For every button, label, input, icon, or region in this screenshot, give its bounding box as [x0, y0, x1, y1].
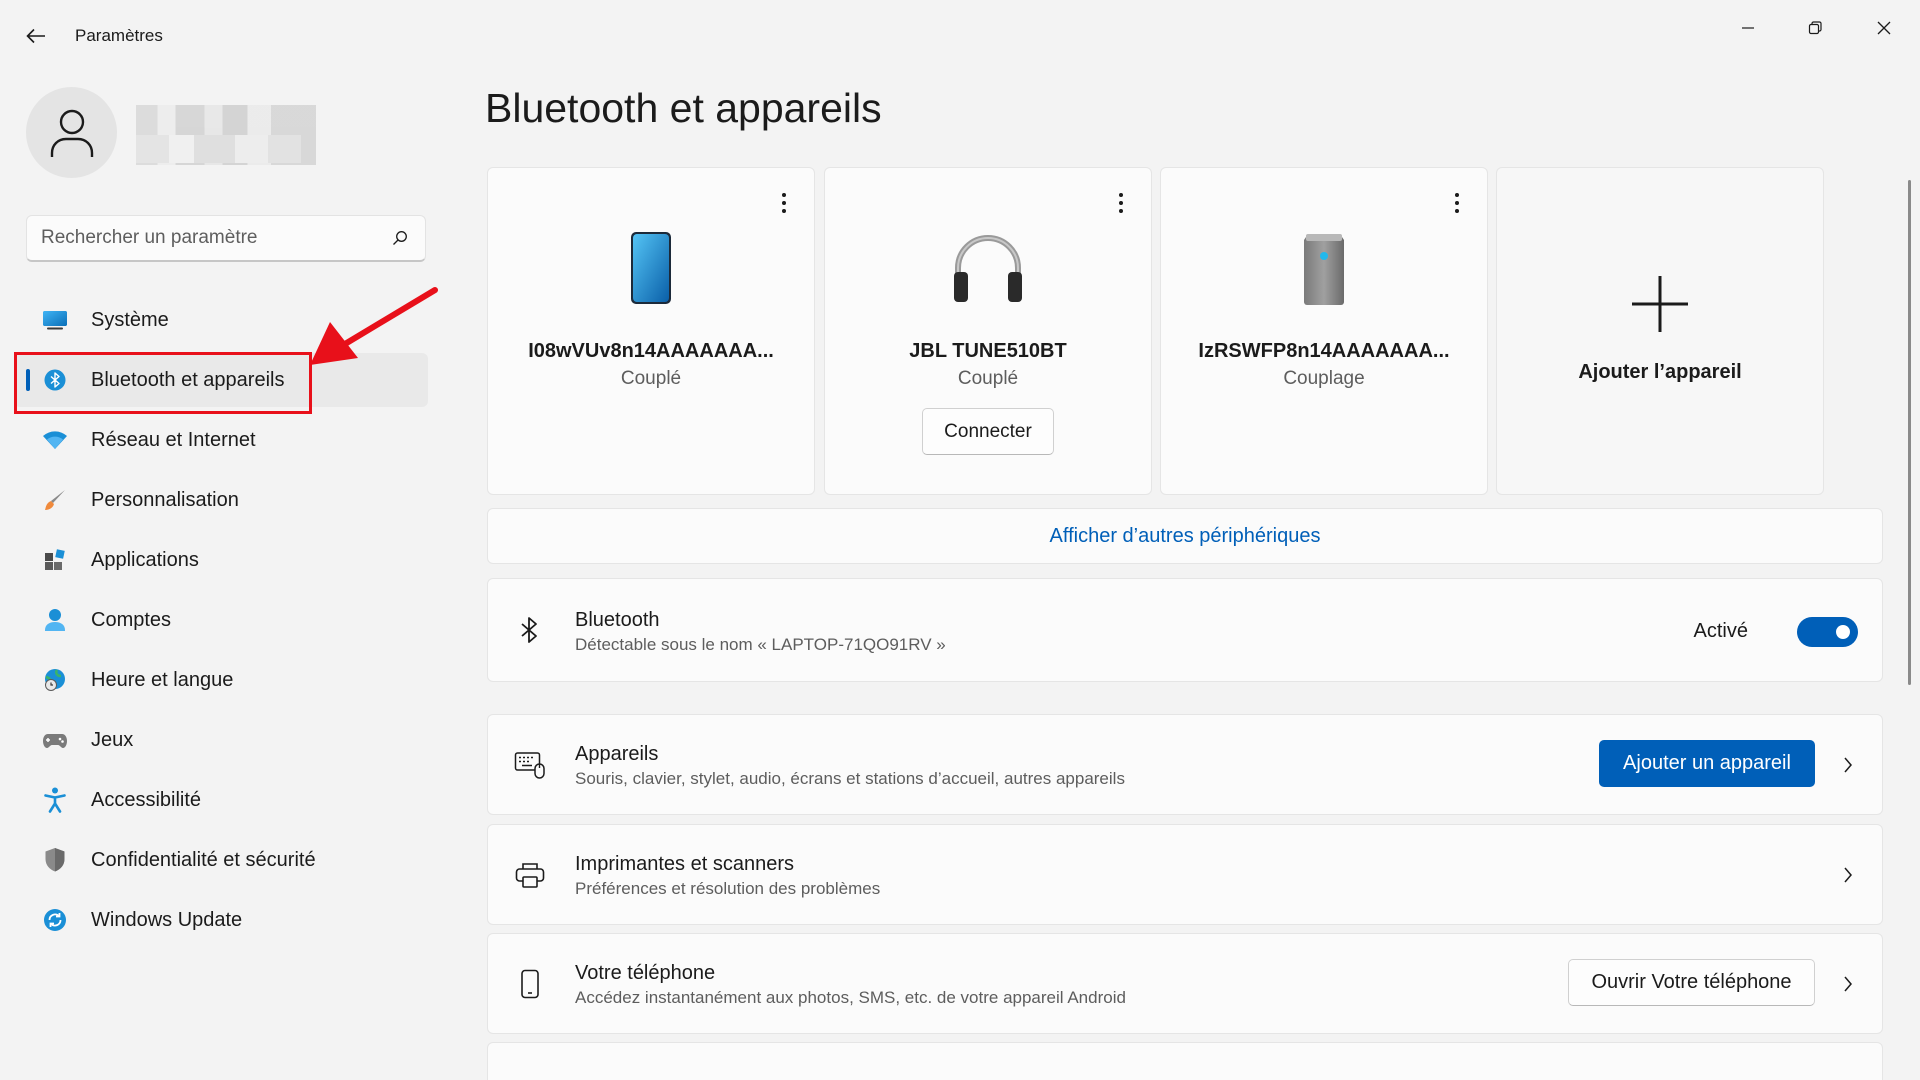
blurred-username: [136, 105, 316, 165]
device-status: Couplé: [620, 368, 682, 389]
minimize-icon: [1742, 27, 1754, 29]
account-icon: [41, 606, 69, 634]
add-device-label: Ajouter l’appareil: [1578, 361, 1742, 383]
plus-icon: [1497, 274, 1823, 334]
gamepad-icon: [41, 726, 69, 754]
headphones-icon: [825, 230, 1151, 312]
sidebar-item-confidentialite[interactable]: Confidentialité et sécurité: [14, 833, 428, 887]
more-options-icon[interactable]: [774, 188, 794, 218]
printers-setting-row[interactable]: Imprimantes et scanners Préférences et r…: [487, 824, 1883, 925]
devices-setting-row[interactable]: Appareils Souris, clavier, stylet, audio…: [487, 714, 1883, 815]
device-card-headphones[interactable]: JBL TUNE510BT Couplé Connecter: [824, 167, 1152, 495]
printer-icon: [514, 859, 546, 891]
sidebar-item-applications[interactable]: Applications: [14, 533, 428, 587]
sidebar-item-label: Réseau et Internet: [91, 428, 256, 451]
avatar: [26, 87, 117, 178]
add-device-card[interactable]: Ajouter l’appareil: [1496, 167, 1824, 495]
sidebar-item-windows-update[interactable]: Windows Update: [14, 893, 428, 947]
next-setting-row[interactable]: [487, 1042, 1883, 1080]
device-name: IzRSWFP8n14AAAAAAA...: [1198, 340, 1450, 362]
row-subtitle: Préférences et résolution des problèmes: [575, 879, 881, 898]
bluetooth-icon: [41, 366, 69, 394]
close-button[interactable]: [1854, 8, 1914, 48]
sidebar-item-label: Système: [91, 308, 169, 331]
sidebar-item-heure-langue[interactable]: Heure et langue: [14, 653, 428, 707]
more-options-icon[interactable]: [1111, 188, 1131, 218]
brush-icon: [41, 486, 69, 514]
shield-icon: [41, 846, 69, 874]
app-title: Paramètres: [75, 26, 163, 45]
device-card-speaker[interactable]: IzRSWFP8n14AAAAAAA... Couplage: [1160, 167, 1488, 495]
restore-icon: [1808, 21, 1822, 35]
search-icon[interactable]: [389, 227, 411, 249]
chevron-right-icon[interactable]: [1840, 755, 1856, 775]
connect-button[interactable]: Connecter: [922, 408, 1054, 455]
device-name: I08wVUv8n14AAAAAAA...: [528, 340, 774, 362]
page-title: Bluetooth et appareils: [485, 85, 882, 131]
device-status: Couplage: [1283, 368, 1365, 389]
speaker-icon: [1161, 230, 1487, 312]
sidebar-nav: Système Bluetooth et appareils Réseau et…: [14, 293, 428, 953]
user-profile[interactable]: [26, 87, 326, 179]
globe-clock-icon: [41, 666, 69, 694]
scrollbar[interactable]: [1908, 180, 1911, 685]
more-options-icon[interactable]: [1447, 188, 1467, 218]
sidebar-item-label: Applications: [91, 548, 199, 571]
person-icon: [50, 109, 93, 157]
accessibility-icon: [41, 786, 69, 814]
search-input[interactable]: [41, 227, 389, 249]
toggle-knob: [1836, 625, 1850, 639]
keyboard-mouse-icon: [514, 749, 546, 781]
update-icon: [41, 906, 69, 934]
sidebar-item-jeux[interactable]: Jeux: [14, 713, 428, 767]
sidebar-item-accessibilite[interactable]: Accessibilité: [14, 773, 428, 827]
sidebar-item-label: Personnalisation: [91, 488, 239, 511]
bluetooth-setting-row: Bluetooth Détectable sous le nom « LAPTO…: [487, 578, 1883, 682]
sidebar-item-reseau[interactable]: Réseau et Internet: [14, 413, 428, 467]
device-status: Couplé: [957, 368, 1019, 389]
bluetooth-toggle[interactable]: [1797, 617, 1858, 647]
device-name: JBL TUNE510BT: [909, 340, 1067, 362]
wifi-icon: [41, 426, 69, 454]
add-device-button[interactable]: Ajouter un appareil: [1599, 740, 1815, 787]
device-card-phone[interactable]: I08wVUv8n14AAAAAAA... Couplé: [487, 167, 815, 495]
search-box[interactable]: [26, 215, 426, 262]
row-subtitle: Détectable sous le nom « LAPTOP-71QO91RV…: [575, 635, 946, 654]
open-phone-button[interactable]: Ouvrir Votre téléphone: [1568, 959, 1815, 1006]
phone-setting-row[interactable]: Votre téléphone Accédez instantanément a…: [487, 933, 1883, 1034]
row-title: Votre téléphone: [575, 962, 716, 984]
row-title: Bluetooth: [575, 609, 660, 631]
apps-icon: [41, 546, 69, 574]
phone-outline-icon: [514, 968, 546, 1000]
phone-icon: [488, 230, 814, 312]
sidebar-item-personnalisation[interactable]: Personnalisation: [14, 473, 428, 527]
toggle-state-label: Activé: [1693, 620, 1748, 642]
minimize-button[interactable]: [1718, 8, 1778, 48]
chevron-right-icon[interactable]: [1840, 865, 1856, 885]
back-arrow-icon: [26, 28, 45, 44]
back-button[interactable]: [18, 18, 54, 54]
row-subtitle: Souris, clavier, stylet, audio, écrans e…: [575, 769, 1125, 788]
chevron-right-icon[interactable]: [1840, 974, 1856, 994]
sidebar-item-label: Heure et langue: [91, 668, 234, 691]
sidebar-item-comptes[interactable]: Comptes: [14, 593, 428, 647]
close-icon: [1877, 21, 1891, 35]
sidebar-item-label: Jeux: [91, 728, 134, 751]
title-bar: Paramètres: [0, 0, 1920, 72]
bluetooth-icon: [514, 614, 546, 646]
row-title: Appareils: [575, 743, 659, 765]
sidebar-item-label: Comptes: [91, 608, 172, 631]
sidebar-item-label: Accessibilité: [91, 788, 202, 811]
sidebar-item-label: Confidentialité et sécurité: [91, 848, 316, 871]
sidebar-item-label: Bluetooth et appareils: [91, 368, 285, 391]
sidebar-item-label: Windows Update: [91, 908, 243, 931]
restore-button[interactable]: [1785, 8, 1845, 48]
system-icon: [41, 306, 69, 334]
row-subtitle: Accédez instantanément aux photos, SMS, …: [575, 988, 1126, 1007]
sidebar-item-systeme[interactable]: Système: [14, 293, 428, 347]
more-devices-link[interactable]: Afficher d’autres périphériques: [487, 508, 1883, 564]
sidebar-item-bluetooth[interactable]: Bluetooth et appareils: [14, 353, 428, 407]
row-title: Imprimantes et scanners: [575, 853, 794, 875]
